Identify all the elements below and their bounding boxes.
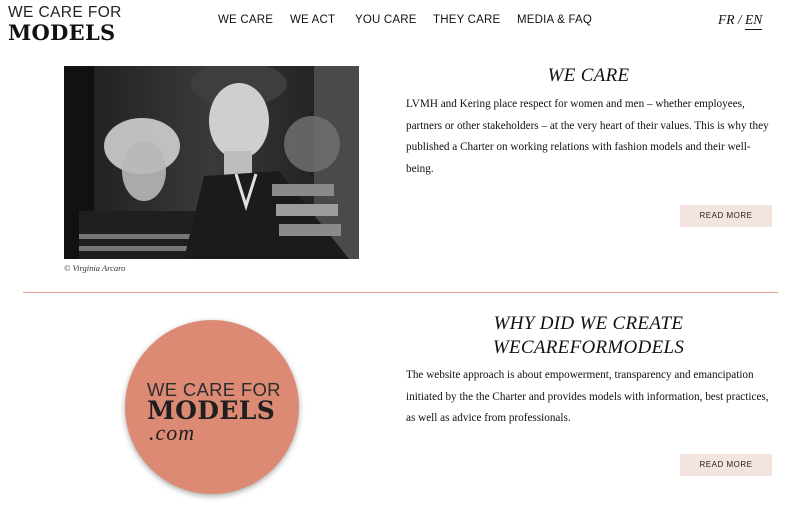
models-photo	[64, 66, 359, 259]
read-more-button-1[interactable]: READ MORE	[680, 205, 772, 227]
section-why-title-line-1: WHY DID WE CREATE	[493, 313, 684, 334]
section-why-text: The website approach is about empowermen…	[406, 369, 769, 424]
nav-media-faq[interactable]: MEDIA & FAQ	[517, 14, 592, 26]
circle-logo-line-3: .com	[149, 420, 196, 445]
language-switcher: FR / EN	[718, 12, 763, 30]
nav-we-act[interactable]: WE ACT	[290, 14, 335, 26]
lang-fr[interactable]: FR	[718, 12, 735, 27]
section-why-title: WHY DID WE CREATE WECAREFORMODELS	[406, 312, 771, 360]
section-why-title-line-2: WECAREFORMODELS	[492, 337, 685, 358]
lang-en[interactable]: EN	[745, 12, 763, 30]
photo-image	[64, 66, 359, 259]
nav-you-care[interactable]: YOU CARE	[355, 14, 417, 26]
main-nav: WE CARE WE ACT YOU CARE THEY CARE MEDIA …	[0, 14, 800, 30]
section-divider	[23, 292, 778, 293]
nav-they-care[interactable]: THEY CARE	[433, 14, 500, 26]
photo-credit: © Virginia Arcaro	[64, 263, 126, 273]
nav-we-care[interactable]: WE CARE	[218, 14, 273, 26]
section-we-care-text: LVMH and Kering place respect for women …	[406, 98, 769, 175]
read-more-button-2[interactable]: READ MORE	[680, 454, 772, 476]
lang-separator: /	[737, 12, 742, 27]
wecareformodels-com-logo: WE CARE FOR MODELS .com	[125, 320, 299, 494]
section-we-care-title: WE CARE	[547, 65, 630, 86]
